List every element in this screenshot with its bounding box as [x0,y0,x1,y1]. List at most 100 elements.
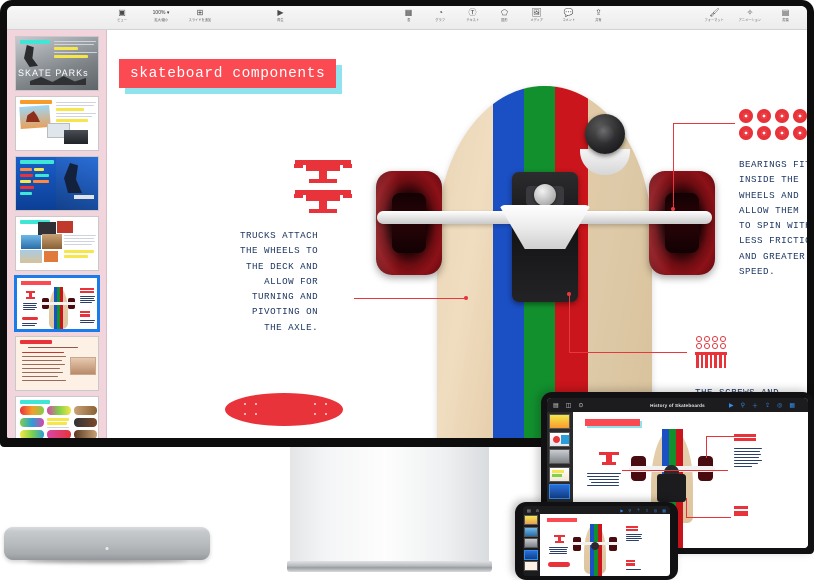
format-button[interactable]: 🖌 フォーマット [703,8,726,23]
mac-mini [4,527,210,560]
slide-thumbnail-gallery[interactable] [15,216,99,271]
work-area: SKATE PARKs skateboard components TRUCKS… [7,30,807,438]
chart-icon: ◔ [438,8,443,17]
leader-dot-bearings [671,207,675,211]
play-icon[interactable]: ▶ [620,508,623,513]
bearing-icon [775,126,789,140]
settings-icon[interactable]: ⊙ [536,508,539,513]
animate-button[interactable]: ✧ アニメーション [735,8,765,23]
zoom-level-value: 100% ▾ [152,9,170,16]
iphone: ▤ ⊙ ▶ ⚲ ＋ ⇪ ◎ ▦ [515,502,678,580]
bearing-icon-group [739,109,807,140]
zoom-level-button[interactable]: 100% ▾ 拡大/縮小 [146,8,176,23]
text-icon: Ⓣ [468,8,477,17]
nut-icon [696,336,702,342]
nut-icon [696,343,702,349]
leader-dot-screws [567,292,571,296]
view-button[interactable]: ▣ ビュー [107,8,137,23]
nut-icon [720,336,726,342]
list-item[interactable] [7,154,106,214]
bolt-icon [704,352,709,368]
insert-shape-button[interactable]: ⬠ 図形 [493,8,516,23]
list-item[interactable] [7,394,106,438]
display-stand-neck [290,447,489,561]
bearing-icon [757,126,771,140]
annotation-bearings[interactable]: BEARINGS FIT INSIDE THE WHEELS AND ALLOW… [739,157,807,279]
list-item[interactable] [549,466,570,482]
truck-icon-2 [294,188,352,218]
iphone-slide-navigator[interactable] [523,514,540,576]
nut-icon [720,343,726,349]
leader-line-bearings-v [673,123,675,209]
comment-icon: 💬 [563,8,574,17]
format-icon[interactable]: ◎ [654,508,658,513]
share-button[interactable]: ⇪ 共有 [587,8,610,23]
search-icon[interactable]: ⚲ [628,508,631,513]
list-item[interactable] [524,515,538,525]
add-slide-button[interactable]: ⊞ スライドを追加 [185,8,215,23]
play-button[interactable]: ▶ 再生 [269,8,292,23]
slide-thumbnail-skate-parks[interactable]: SKATE PARKs [15,36,99,91]
slide-navigator[interactable]: SKATE PARKs [7,30,107,438]
toolbar-play-group: ▶ 再生 [269,8,292,23]
insert-media-button[interactable]: 🖼 メディア [525,8,548,23]
ipad-toolbar: ▤ ◫ ⊙ History of Skateboards ▶ ⚲ ＋ ⇪ ◎ ▦ [547,398,808,412]
share-icon[interactable]: ⇪ [645,508,648,513]
iphone-screen: ▤ ⊙ ▶ ⚲ ＋ ⇪ ◎ ▦ [523,506,670,576]
insert-chart-button[interactable]: ◔ グラフ [429,8,452,23]
ipad-document-title: History of Skateboards [650,402,705,408]
animate-icon: ✧ [746,8,754,17]
list-item[interactable] [7,214,106,274]
list-item[interactable] [7,334,106,394]
toolbar-insert-group: ▦ 表 ◔ グラフ Ⓣ テキスト ⬠ 図形 🖼 メディア 💬 コメント [397,8,580,23]
iphone-toolbar: ▤ ⊙ ▶ ⚲ ＋ ⇪ ◎ ▦ [523,506,670,514]
list-item[interactable] [524,538,538,548]
slide-thumbnail-components[interactable] [15,276,99,331]
view-icon: ▣ [118,8,126,17]
list-item[interactable] [524,561,538,571]
play-icon: ▶ [277,8,284,17]
nut-icon-group [696,336,727,349]
skateboard-photo[interactable] [376,86,715,438]
slide-canvas[interactable]: skateboard components TRUCKS ATTACH THE … [107,30,807,438]
slide-thumbnail-photos[interactable] [15,96,99,151]
slide-title-banner[interactable]: skateboard components [119,59,337,88]
list-item[interactable] [524,526,538,537]
bolt-icon [722,352,727,368]
document-button[interactable]: ▤ 書類 [774,8,797,23]
iphone-slide-canvas[interactable] [540,514,670,576]
pro-display: ▣ ビュー 100% ▾ 拡大/縮小 ⊞ スライドを追加 ▶ 再生 ▦ 表 ◔ … [0,0,814,447]
nut-icon [712,336,718,342]
bolt-icon [708,352,714,368]
toolbar-right-group: 🖌 フォーマット ✧ アニメーション ▤ 書類 [703,8,797,23]
kingpin-nut [585,114,625,154]
slide-thumbnail-howto[interactable] [15,336,99,391]
list-item[interactable] [549,431,570,447]
nut-icon [712,343,718,349]
display-screen: ▣ ビュー 100% ▾ 拡大/縮小 ⊞ スライドを追加 ▶ 再生 ▦ 表 ◔ … [7,6,807,438]
media-icon: 🖼 [531,8,542,17]
list-item[interactable]: SKATE PARKs [7,34,106,94]
more-icon[interactable]: ▦ [662,508,666,513]
truck-hanger [377,199,712,249]
insert-table-button[interactable]: ▦ 表 [397,8,420,23]
list-item[interactable] [549,449,570,464]
format-icon: 🖌 [709,8,720,17]
slide-thumbnail-decks[interactable] [15,396,99,438]
insert-text-button[interactable]: Ⓣ テキスト [461,8,484,23]
leader-line-bearings-h [673,123,735,125]
annotation-trucks[interactable]: TRUCKS ATTACH THE WHEELS TO THE DECK AND… [240,228,318,335]
slide-thumbnail-timeline[interactable] [15,156,99,211]
list-item[interactable] [7,274,106,334]
list-item[interactable] [549,484,570,499]
bolt-icon [694,352,700,368]
sidebar-toggle-icon[interactable]: ▤ [527,508,531,513]
add-icon[interactable]: ＋ [636,507,640,513]
list-item[interactable] [524,549,538,560]
display-stand-foot [287,561,492,572]
app-toolbar: ▣ ビュー 100% ▾ 拡大/縮小 ⊞ スライドを追加 ▶ 再生 ▦ 表 ◔ … [7,6,807,30]
list-item[interactable] [549,414,570,429]
bearing-icon [793,109,807,123]
list-item[interactable] [7,94,106,154]
insert-comment-button[interactable]: 💬 コメント [557,8,580,23]
